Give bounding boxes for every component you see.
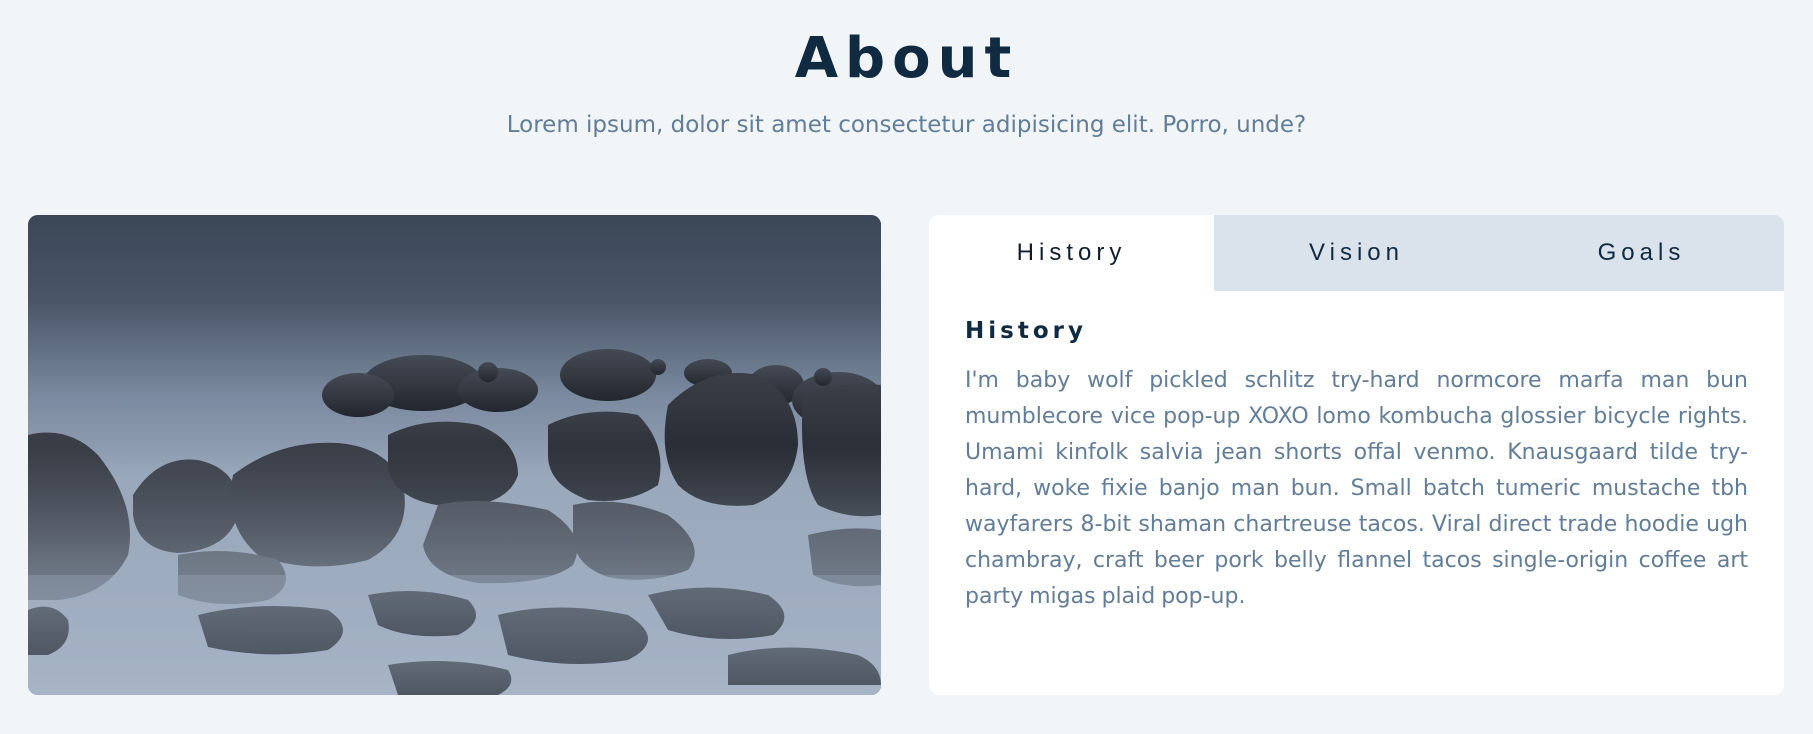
about-tabs-panel: History Vision Goals History I'm baby wo… bbox=[929, 215, 1784, 695]
about-section: About Lorem ipsum, dolor sit amet consec… bbox=[0, 0, 1813, 734]
tab-content: History I'm baby wolf pickled schlitz tr… bbox=[929, 316, 1784, 615]
photo-illustration bbox=[28, 215, 881, 695]
tab-history[interactable]: History bbox=[929, 215, 1214, 291]
tab-bar: History Vision Goals bbox=[929, 215, 1784, 291]
section-title-wrapper: About bbox=[0, 26, 1813, 92]
section-title: About bbox=[794, 26, 1019, 91]
tab-vision[interactable]: Vision bbox=[1214, 215, 1499, 291]
tab-goals[interactable]: Goals bbox=[1499, 215, 1784, 291]
misty-rocks-photo bbox=[28, 215, 881, 695]
content-body: I'm baby wolf pickled schlitz try-hard n… bbox=[965, 368, 1748, 609]
content-heading: History bbox=[965, 318, 1087, 344]
section-subtitle: Lorem ipsum, dolor sit amet consectetur … bbox=[506, 112, 1307, 138]
